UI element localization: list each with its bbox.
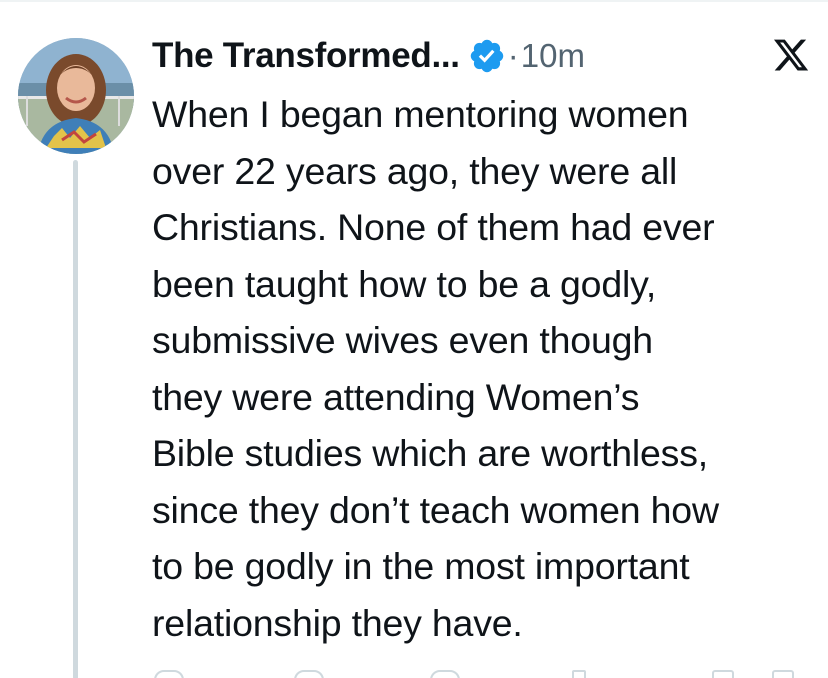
- like-icon[interactable]: [430, 670, 460, 678]
- author-avatar[interactable]: [18, 38, 134, 154]
- views-icon[interactable]: [572, 670, 586, 678]
- author-name[interactable]: The Transformed...: [152, 36, 460, 76]
- tweet-header: The Transformed... · 10m: [152, 30, 585, 82]
- tweet-text-line: relationship they have.: [152, 601, 523, 644]
- tweet-text-line: since they don’t teach women how: [152, 488, 719, 531]
- header-separator: ·: [507, 37, 519, 74]
- tweet-action-bar: [152, 664, 828, 678]
- repost-icon[interactable]: [294, 670, 324, 678]
- bookmark-icon[interactable]: [712, 670, 734, 678]
- tweet-text-line: Bible studies which are worthless,: [152, 432, 708, 474]
- tweet-text-line: they were attending Women’s: [152, 375, 640, 418]
- reply-icon[interactable]: [154, 670, 184, 678]
- tweet-text-line: been taught how to be a godly,: [152, 262, 657, 305]
- tweet-text-line: Christians. None of them had ever: [152, 206, 715, 248]
- tweet-text-line: submissive wives even though: [152, 319, 653, 361]
- tweet-text-line: to be godly in the most important: [152, 545, 690, 587]
- tweet-text-line: When I began mentoring women: [152, 93, 689, 135]
- x-logo-icon: [771, 36, 811, 74]
- verified-badge-icon: [468, 37, 506, 75]
- tweet-text-line: over 22 years ago, they were all: [152, 149, 678, 192]
- tweet-text: When I began mentoring women over 22 yea…: [152, 86, 822, 651]
- tweet-timestamp[interactable]: 10m: [521, 37, 585, 75]
- thread-connector-line: [73, 160, 78, 678]
- top-divider: [0, 0, 828, 2]
- share-icon[interactable]: [772, 670, 794, 678]
